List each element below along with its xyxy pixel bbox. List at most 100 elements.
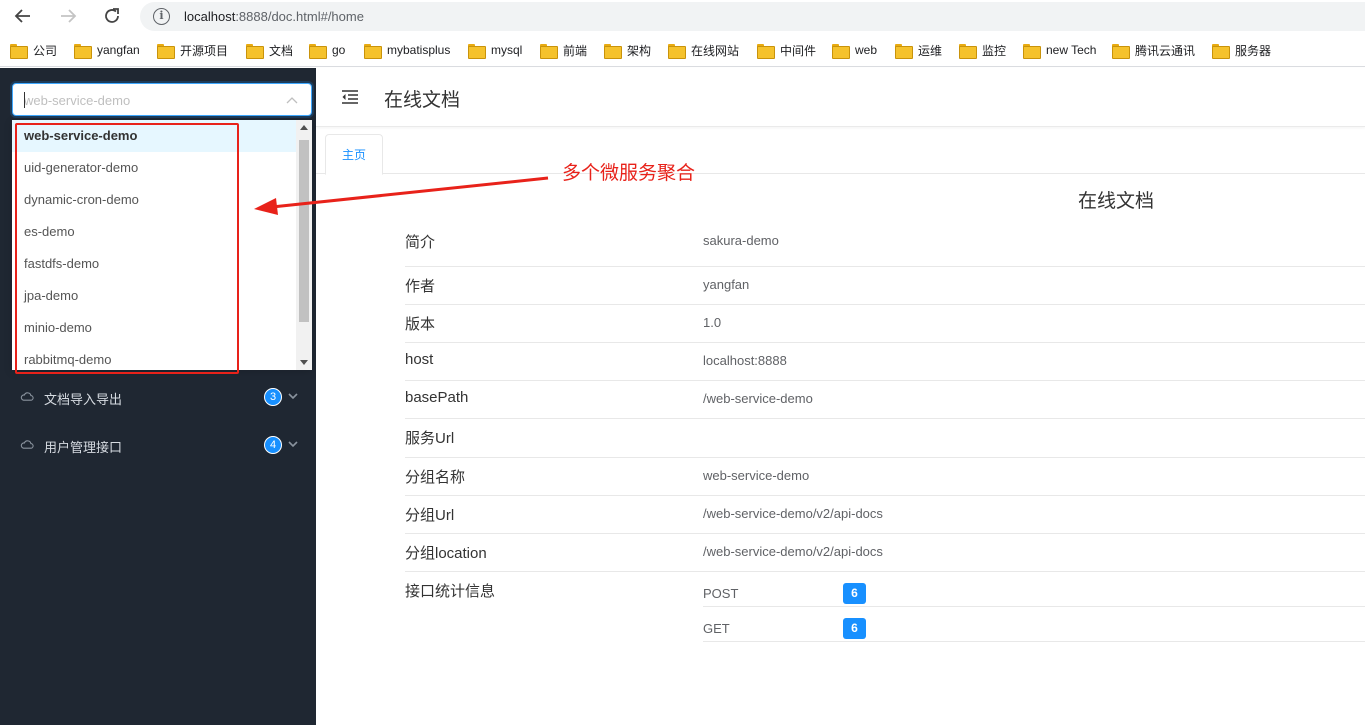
main-header: 在线文档 <box>316 68 1365 127</box>
folder-icon <box>832 43 850 59</box>
info-value: yangfan <box>703 277 750 292</box>
folder-icon <box>468 43 486 59</box>
back-button[interactable] <box>10 4 36 28</box>
cloud-icon <box>20 392 34 401</box>
info-value: /web-service-demo <box>703 391 813 406</box>
group-select-placeholder: web-service-demo <box>24 93 131 108</box>
folder-icon <box>895 43 913 59</box>
info-row: 服务Url <box>405 419 1365 458</box>
scrollbar-thumb[interactable] <box>299 140 309 322</box>
menu-item-user-api[interactable]: 用户管理接口 4 <box>0 425 316 465</box>
folder-icon <box>604 43 622 59</box>
info-row: 简介 sakura-demo <box>405 223 1365 267</box>
folder-icon <box>757 43 775 59</box>
folder-icon <box>157 43 175 59</box>
text-caret <box>24 92 25 108</box>
folder-icon <box>668 43 686 59</box>
cloud-icon <box>20 440 34 449</box>
arrow-right-icon <box>61 9 77 23</box>
bookmark-item[interactable]: yangfan <box>74 41 140 59</box>
chevron-down-icon <box>288 393 298 400</box>
info-key: 分组Url <box>405 507 455 524</box>
annotation-text: 多个微服务聚合 <box>562 163 696 184</box>
info-row: 版本 1.0 <box>405 305 1365 343</box>
info-row: 分组名称 web-service-demo <box>405 458 1365 496</box>
menu-item-label: 用户管理接口 <box>44 440 123 455</box>
bookmark-item[interactable]: web <box>832 41 877 59</box>
count-badge: 3 <box>264 388 282 406</box>
folder-icon <box>1112 43 1130 59</box>
info-key: basePath <box>405 389 469 406</box>
bookmark-item[interactable]: 前端 <box>540 41 587 59</box>
doc-title: 在线文档 <box>1078 191 1155 212</box>
scroll-down-icon[interactable] <box>300 360 308 365</box>
bookmark-item[interactable]: 中间件 <box>757 41 816 59</box>
tab-home[interactable]: 主页 <box>325 134 383 175</box>
address-bar[interactable]: i localhost:8888/doc.html#/home <box>140 2 1365 31</box>
forward-button[interactable] <box>55 4 81 28</box>
reload-button[interactable] <box>99 4 125 28</box>
info-value: /web-service-demo/v2/api-docs <box>703 544 883 559</box>
stat-row-post: POST 6 <box>703 572 1365 607</box>
tabs-bar: 主页 <box>316 128 1365 175</box>
info-value: web-service-demo <box>703 468 810 483</box>
bookmark-item[interactable]: 服务器 <box>1212 41 1271 59</box>
bookmark-item[interactable]: go <box>309 41 345 59</box>
bookmark-item[interactable]: 公司 <box>10 41 57 59</box>
folder-icon <box>364 43 382 59</box>
stat-row-get: GET 6 <box>703 607 1365 642</box>
count-badge: 4 <box>264 436 282 454</box>
bookmark-item[interactable]: 运维 <box>895 41 942 59</box>
menu-collapse-icon[interactable] <box>341 89 359 105</box>
chevron-down-icon <box>288 441 298 448</box>
folder-icon <box>246 43 264 59</box>
folder-icon <box>540 43 558 59</box>
info-key: 分组名称 <box>405 469 466 486</box>
menu-item-label: 文档导入导出 <box>44 392 123 407</box>
bookmark-item[interactable]: 文档 <box>246 41 293 59</box>
info-value: sakura-demo <box>703 233 779 248</box>
http-method: GET <box>703 621 730 636</box>
reload-icon <box>105 8 119 23</box>
stats-row: 接口统计信息 POST 6 GET 6 <box>405 572 1365 652</box>
group-select[interactable]: web-service-demo <box>12 83 312 116</box>
info-row: 分组Url /web-service-demo/v2/api-docs <box>405 496 1365 534</box>
url-text: localhost:8888/doc.html#/home <box>184 9 364 24</box>
info-row: basePath /web-service-demo <box>405 381 1365 419</box>
bookmark-item[interactable]: 开源项目 <box>157 41 228 59</box>
main-content: 在线文档 主页 在线文档 简介 sakura-demo 作者 yangfan 版… <box>316 68 1365 725</box>
folder-icon <box>1023 43 1041 59</box>
dropdown-scrollbar[interactable] <box>296 120 312 370</box>
info-key: 简介 <box>405 234 436 251</box>
info-key: 服务Url <box>405 430 455 447</box>
count-badge: 6 <box>843 583 866 604</box>
folder-icon <box>959 43 977 59</box>
menu-item-doc-import-export[interactable]: 文档导入导出 3 <box>0 377 316 417</box>
folder-icon <box>74 43 92 59</box>
http-method: POST <box>703 586 739 601</box>
info-value: 1.0 <box>703 315 722 330</box>
bookmark-item[interactable]: 腾讯云通讯 <box>1112 41 1195 59</box>
bookmark-item[interactable]: new Tech <box>1023 41 1096 59</box>
info-value: /web-service-demo/v2/api-docs <box>703 506 883 521</box>
info-row: 作者 yangfan <box>405 267 1365 305</box>
info-row: host localhost:8888 <box>405 343 1365 381</box>
info-key: host <box>405 351 434 368</box>
annotation-highlight-box <box>15 123 239 374</box>
site-info-icon[interactable]: i <box>153 8 170 25</box>
folder-icon <box>1212 43 1230 59</box>
folder-icon <box>10 43 28 59</box>
bookmark-item[interactable]: 架构 <box>604 41 651 59</box>
info-key: 分组location <box>405 545 487 562</box>
chevron-up-icon <box>286 97 298 104</box>
bookmark-item[interactable]: mybatisplus <box>364 41 450 59</box>
bookmark-item[interactable]: 监控 <box>959 41 1006 59</box>
info-key: 版本 <box>405 316 436 333</box>
bookmarks-bar: 公司 yangfan 开源项目 文档 go mybatisplus mysql … <box>0 33 1365 67</box>
browser-toolbar: i localhost:8888/doc.html#/home <box>0 0 1365 33</box>
folder-icon <box>309 43 327 59</box>
scroll-up-icon[interactable] <box>300 125 308 130</box>
bookmark-item[interactable]: 在线网站 <box>668 41 739 59</box>
info-key: 接口统计信息 <box>405 583 496 600</box>
bookmark-item[interactable]: mysql <box>468 41 522 59</box>
